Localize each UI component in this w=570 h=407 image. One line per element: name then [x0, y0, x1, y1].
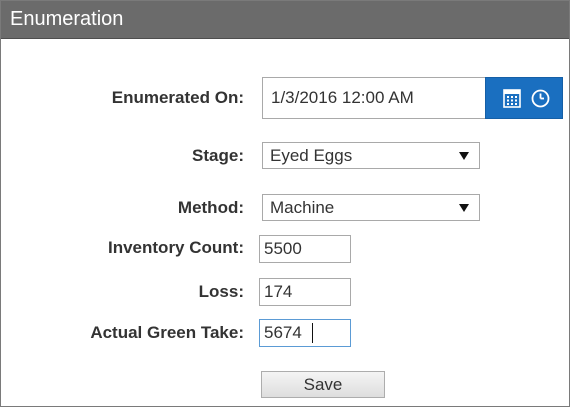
clock-icon[interactable] — [531, 89, 550, 113]
stage-selected-value: Eyed Eggs — [270, 146, 353, 165]
method-selected-value: Machine — [270, 198, 335, 217]
loss-label: Loss: — [198, 282, 244, 301]
stage-select[interactable]: Eyed Eggs — [262, 142, 480, 169]
enumeration-panel: Enumeration Enumerated On: 1/3/2016 12:0… — [0, 0, 570, 407]
dropdown-arrow-icon — [459, 204, 469, 212]
method-select[interactable]: Machine — [262, 194, 480, 221]
dropdown-arrow-icon — [459, 152, 469, 160]
enumerated-on-label: Enumerated On: — [111, 88, 244, 107]
enumerated-on-input[interactable] — [263, 78, 485, 118]
calendar-icon[interactable] — [503, 88, 521, 113]
loss-input[interactable] — [259, 278, 351, 306]
stage-label: Stage: — [192, 146, 244, 165]
actual-green-take-input[interactable] — [259, 319, 351, 347]
enumerated-on-picker — [262, 77, 563, 119]
panel-header: Enumeration — [1, 1, 569, 39]
inventory-count-label: Inventory Count: — [108, 238, 244, 257]
method-label: Method: — [177, 198, 244, 217]
datetime-picker-button[interactable] — [485, 77, 563, 119]
panel-title: Enumeration — [10, 8, 124, 30]
save-button[interactable]: Save — [261, 371, 385, 398]
inventory-count-input[interactable] — [259, 235, 351, 263]
text-caret — [312, 323, 313, 343]
actual-green-take-label: Actual Green Take: — [90, 323, 244, 342]
